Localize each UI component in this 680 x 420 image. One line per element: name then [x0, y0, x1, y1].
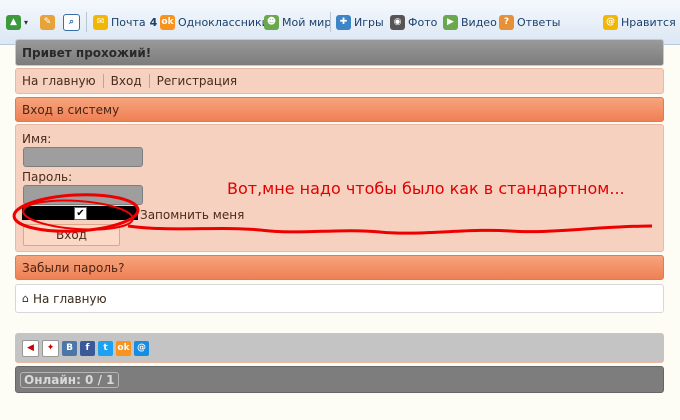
home-icon: ⌂ — [22, 292, 29, 305]
home-footer-link[interactable]: ⌂ На главную — [15, 284, 664, 313]
bookmark-icon[interactable]: ✦ — [42, 339, 59, 357]
online-counter-bar: Онлайн: 0 / 1 — [15, 366, 664, 393]
speaker-icon[interactable]: ◀ — [22, 339, 39, 357]
vkontakte-icon[interactable]: B — [62, 340, 77, 356]
forgot-password-link[interactable]: Забыли пароль? — [15, 255, 664, 280]
online-counter: Онлайн: 0 / 1 — [20, 371, 119, 388]
facebook-icon[interactable]: f — [80, 340, 95, 356]
twitter-icon[interactable]: t — [98, 340, 113, 356]
odnoklassniki-share-icon[interactable]: ok — [116, 340, 131, 356]
social-share-bar: ◀ ✦ B f t ok @ — [15, 333, 664, 363]
mailru-icon[interactable]: @ — [134, 340, 149, 356]
